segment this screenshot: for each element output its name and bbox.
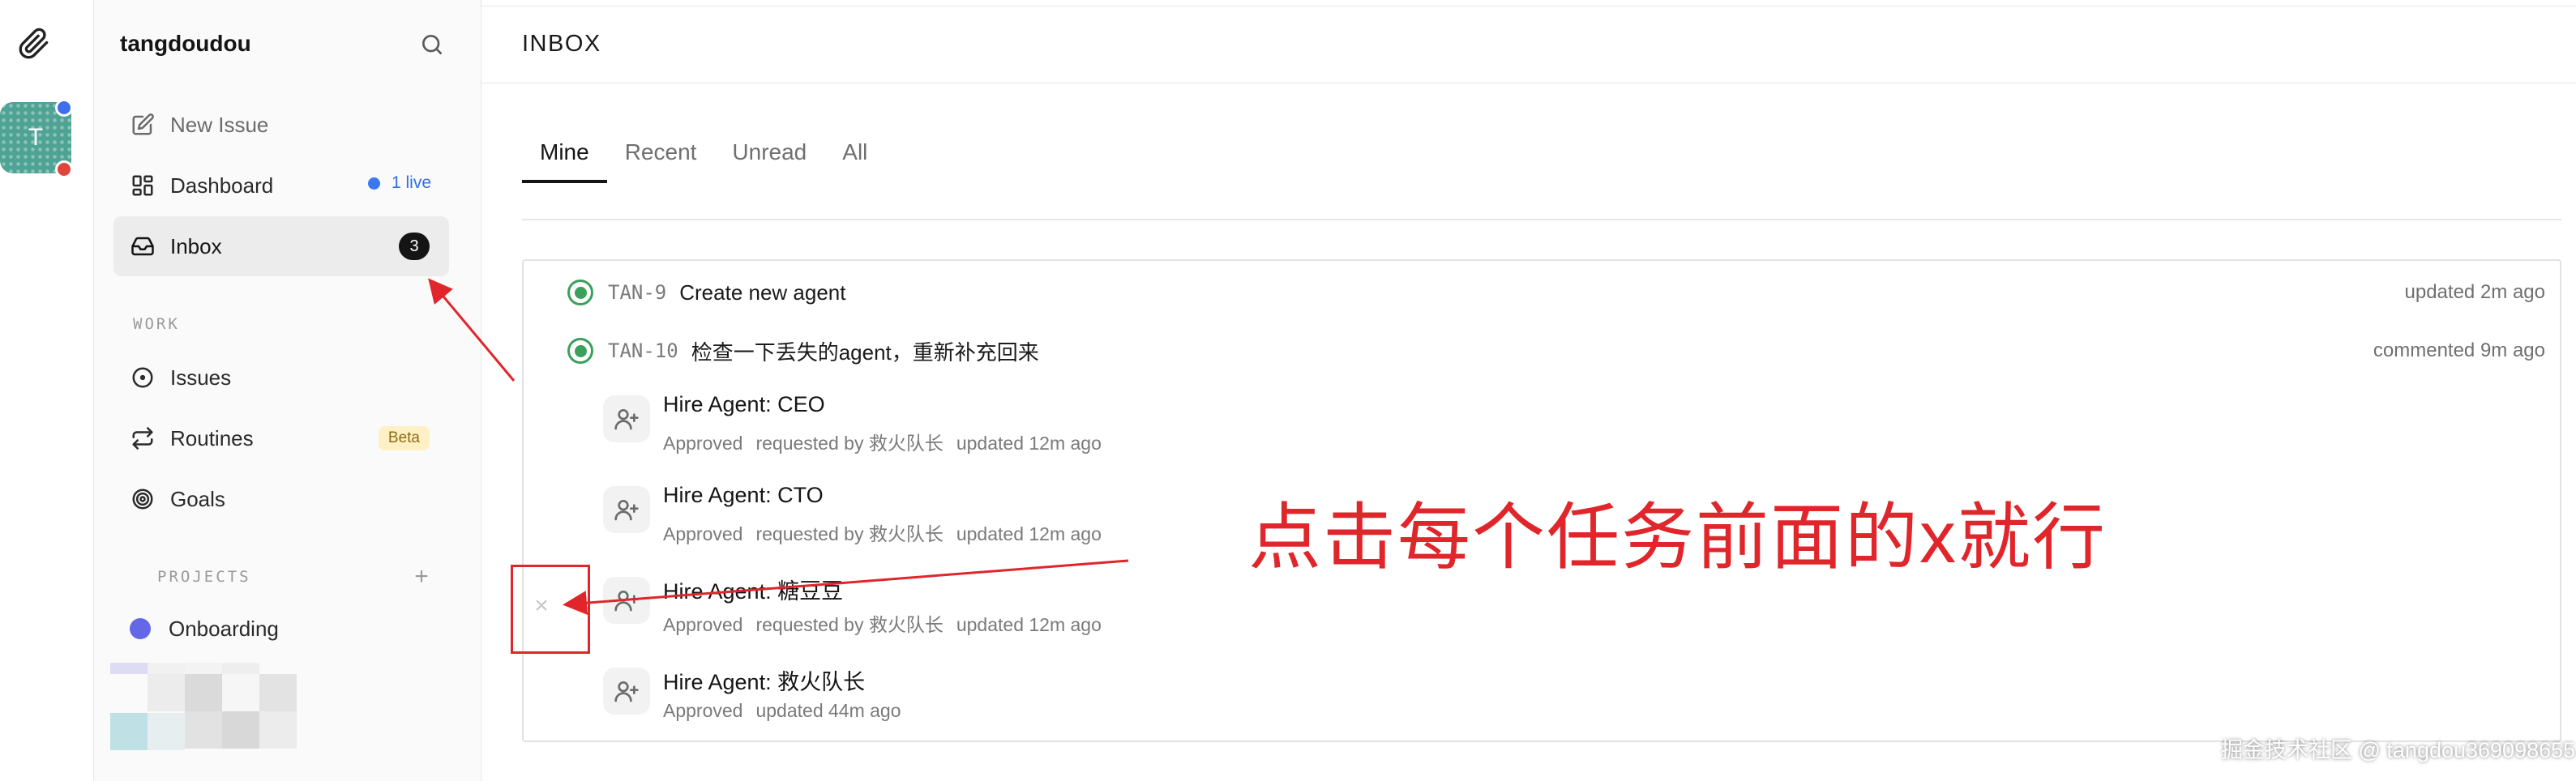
issue-id: TAN-10 — [608, 339, 678, 362]
notification-dot — [55, 99, 73, 117]
goals-icon — [126, 483, 159, 515]
tab-all[interactable]: All — [824, 133, 885, 183]
tab-recent[interactable]: Recent — [607, 133, 715, 183]
inbox-count-badge: 3 — [399, 233, 430, 260]
issue-timestamp: updated 2m ago — [2404, 281, 2545, 303]
redacted-area — [110, 663, 298, 753]
search-icon[interactable] — [417, 29, 447, 60]
tabs-divider — [522, 219, 2561, 220]
approval-timestamp: updated 44m ago — [755, 700, 901, 721]
section-label-work: WORK — [133, 315, 180, 333]
status-done-icon — [567, 280, 593, 305]
issue-id: TAN-9 — [608, 281, 667, 304]
issues-icon — [126, 361, 159, 394]
tab-unread[interactable]: Unread — [714, 133, 824, 183]
dashboard-icon — [126, 169, 159, 202]
sidebar-item-label: Goals — [170, 486, 225, 511]
paperclip-icon[interactable] — [13, 23, 55, 65]
issue-timestamp: commented 9m ago — [2373, 339, 2545, 361]
approval-meta: Approved updated 44m ago — [663, 700, 914, 722]
user-plus-icon — [603, 395, 650, 442]
sidebar-item-label: Routines — [170, 425, 254, 450]
edit-icon — [126, 109, 159, 141]
avatar-letter: T — [28, 124, 44, 151]
sidebar-item-label: Dashboard — [170, 173, 274, 198]
approval-title: Hire Agent: CTO — [663, 483, 824, 507]
inbox-tabs: Mine Recent Unread All — [522, 133, 885, 183]
approval-status: Approved — [663, 523, 743, 544]
inbox-icon — [126, 230, 159, 262]
approval-meta: Approved requested by 救火队长 updated 12m ago — [663, 609, 1115, 637]
annotation-text: 点击每个任务前面的x就行 — [1248, 497, 2107, 578]
user-plus-icon — [603, 486, 650, 533]
issue-title: Create new agent — [679, 280, 846, 305]
project-color-dot — [130, 618, 151, 639]
issue-row[interactable]: TAN-9 Create new agent updated 2m ago — [567, 276, 2545, 309]
approval-title: Hire Agent: 救火队长 — [663, 670, 866, 694]
approval-row[interactable]: Hire Agent: CEO Approved requested by 救火队… — [603, 392, 1738, 457]
issue-title: 检查一下丢失的agent，重新补充回来 — [691, 339, 1039, 365]
sidebar-item-label: Inbox — [170, 233, 222, 258]
approval-requester: requested by 救火队长 — [755, 433, 944, 454]
approval-meta: Approved requested by 救火队长 updated 12m ago — [663, 428, 1115, 455]
live-indicator: 1 live — [367, 173, 431, 193]
approval-requester: requested by 救火队长 — [755, 523, 944, 544]
approval-row[interactable]: Hire Agent: 糖豆豆 Approved requested by 救火队… — [603, 574, 1738, 638]
sidebar-item-dashboard[interactable]: Dashboard 1 live — [113, 156, 449, 216]
live-dot — [367, 177, 380, 190]
approval-requester: requested by 救火队长 — [755, 614, 944, 635]
approval-status: Approved — [663, 614, 743, 635]
sidebar-item-onboarding[interactable]: Onboarding — [110, 599, 446, 659]
top-border — [481, 0, 2576, 6]
approval-timestamp: updated 12m ago — [956, 614, 1102, 635]
sidebar-item-new-issue[interactable]: New Issue — [113, 95, 449, 155]
add-project-button[interactable]: + — [407, 562, 436, 591]
app-rail: T — [0, 0, 94, 781]
sidebar-item-goals[interactable]: Goals — [113, 469, 449, 529]
page-title: INBOX — [522, 31, 601, 57]
sidebar-item-issues[interactable]: Issues — [113, 348, 449, 408]
watermark: 掘金技术社区 @ tangdou369098655 — [2221, 738, 2576, 762]
approval-timestamp: updated 12m ago — [956, 433, 1102, 454]
alert-dot — [55, 160, 73, 178]
status-done-icon — [567, 338, 593, 364]
approval-title: Hire Agent: 糖豆豆 — [663, 579, 844, 604]
approval-title: Hire Agent: CEO — [663, 392, 825, 416]
workspace-name[interactable]: tangdoudou — [120, 31, 251, 57]
approval-meta: Approved requested by 救火队长 updated 12m ago — [663, 519, 1115, 546]
sidebar-item-label: New Issue — [170, 112, 269, 137]
approval-timestamp: updated 12m ago — [956, 523, 1102, 544]
sidebar-item-routines[interactable]: Routines Beta — [113, 408, 449, 468]
approval-status: Approved — [663, 700, 743, 721]
user-plus-icon — [603, 577, 650, 624]
routines-icon — [126, 422, 159, 455]
approval-status: Approved — [663, 433, 743, 454]
section-label-projects: PROJECTS — [157, 568, 251, 586]
user-plus-icon — [603, 668, 650, 715]
beta-badge: Beta — [378, 426, 430, 450]
live-count: 1 live — [391, 173, 431, 192]
sidebar-item-label: Onboarding — [169, 616, 279, 641]
sidebar-item-inbox[interactable]: Inbox 3 — [113, 216, 449, 276]
tab-mine[interactable]: Mine — [522, 133, 607, 183]
issue-row[interactable]: TAN-10 检查一下丢失的agent，重新补充回来 commented 9m … — [567, 335, 2545, 367]
annotation-highlight-box — [511, 565, 590, 654]
sidebar-item-label: Issues — [170, 365, 232, 390]
approval-row[interactable]: Hire Agent: 救火队长 Approved updated 44m ago — [603, 664, 1738, 729]
